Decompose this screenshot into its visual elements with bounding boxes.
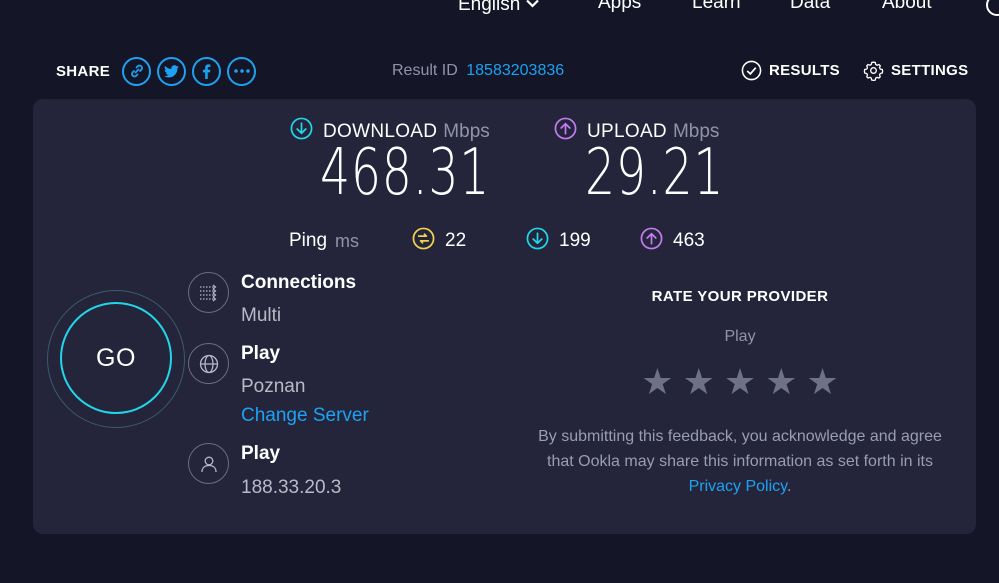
rate-provider: RATE YOUR PROVIDER Play ★ ★ ★ ★ ★ By submitt…: [530, 288, 950, 499]
ping-label: Ping: [289, 230, 328, 251]
globe-icon: [188, 343, 229, 384]
nav-about[interactable]: About: [882, 0, 932, 14]
link-icon[interactable]: [122, 56, 152, 86]
rate-title: RATE YOUR PROVIDER: [651, 288, 829, 305]
chevron-down-icon: [526, 0, 540, 14]
share-bar: SHARE: [56, 56, 257, 86]
nav-apps[interactable]: Apps: [598, 0, 641, 14]
server-location: Poznan: [241, 376, 306, 397]
user-icon: [188, 443, 229, 484]
idle-ping-icon: [412, 227, 435, 256]
result-id: Result ID 18583203836: [392, 62, 564, 80]
star-icon[interactable]: ★: [806, 364, 838, 400]
ping-download-value: 199: [559, 230, 591, 251]
star-icon[interactable]: ★: [641, 364, 673, 400]
ping-download: 199: [526, 227, 591, 256]
results-link[interactable]: RESULTS: [741, 60, 840, 81]
result-id-link[interactable]: 18583203836: [466, 62, 564, 79]
connections-title: Connections: [241, 272, 357, 293]
gear-icon: [863, 60, 884, 81]
upload-arrow-icon: [554, 117, 577, 146]
star-rating: ★ ★ ★ ★ ★: [530, 364, 950, 400]
connections-value: Multi: [241, 305, 282, 326]
upload-value: 29.21: [585, 136, 725, 210]
check-circle-icon: [741, 60, 762, 81]
language-label: English: [458, 0, 521, 15]
privacy-policy-link[interactable]: Privacy Policy: [689, 478, 787, 495]
star-icon[interactable]: ★: [683, 364, 715, 400]
star-icon[interactable]: ★: [765, 364, 797, 400]
upload-ping-icon: [640, 227, 663, 256]
disclaimer-end: .: [786, 478, 792, 495]
ping-upload: 463: [640, 227, 705, 256]
ping-unit: ms: [335, 230, 360, 251]
connections-icon: [188, 272, 229, 313]
nav-learn[interactable]: Learn: [692, 0, 741, 14]
share-label: SHARE: [56, 62, 111, 80]
ping-upload-value: 463: [673, 230, 705, 251]
top-nav: English Apps Learn Data About: [0, 0, 999, 18]
more-icon[interactable]: [227, 56, 257, 86]
facebook-icon[interactable]: [192, 56, 222, 86]
ping-row: Ping ms 22 199 463: [289, 227, 705, 254]
go-button[interactable]: GO: [60, 302, 172, 414]
result-id-label: Result ID: [392, 62, 458, 79]
results-label: RESULTS: [769, 62, 840, 79]
download-ping-icon: [526, 227, 549, 256]
download-value: 468.31: [320, 136, 491, 210]
ping-idle: 22: [412, 227, 467, 256]
language-menu[interactable]: English: [458, 0, 540, 16]
settings-link[interactable]: SETTINGS: [863, 60, 968, 81]
nav-data[interactable]: Data: [790, 0, 830, 14]
change-server-link[interactable]: Change Server: [241, 405, 369, 427]
feedback-disclaimer: By submitting this feedback, you acknowl…: [530, 424, 950, 499]
settings-label: SETTINGS: [891, 62, 969, 79]
disclaimer-text: By submitting this feedback, you acknowl…: [538, 428, 942, 470]
isp-name: Play: [241, 443, 281, 464]
ping-idle-value: 22: [445, 230, 467, 251]
download-arrow-icon: [290, 117, 313, 146]
twitter-icon[interactable]: [157, 56, 187, 86]
star-icon[interactable]: ★: [724, 364, 756, 400]
server-name: Play: [241, 343, 281, 364]
ip-address: 188.33.20.3: [241, 477, 342, 498]
rate-provider-name: Play: [724, 328, 756, 345]
